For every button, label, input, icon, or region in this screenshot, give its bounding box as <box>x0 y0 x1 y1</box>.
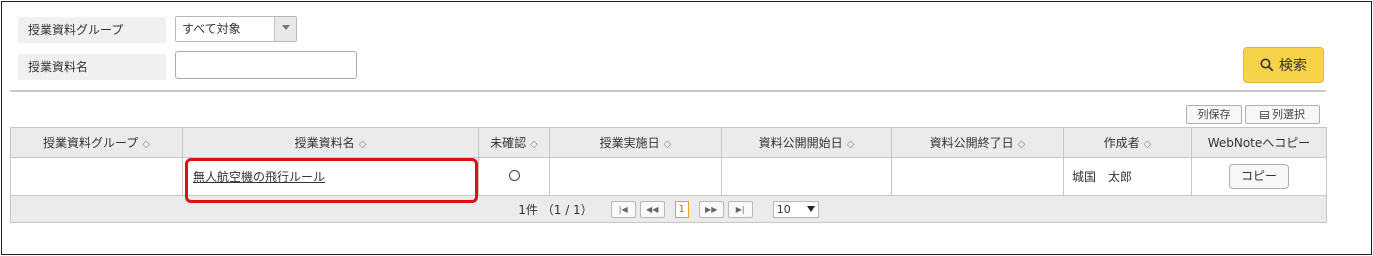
unconfirmed-circle-icon <box>508 169 520 181</box>
page-size-select[interactable]: 10 <box>772 200 819 218</box>
column-header-publish-start[interactable]: 資料公開開始日 ◇ <box>721 127 892 158</box>
group-filter-label: 授業資料グループ <box>18 17 166 43</box>
search-icon <box>1260 58 1274 72</box>
name-input[interactable] <box>175 51 357 79</box>
copy-button[interactable]: コピー <box>1229 164 1289 189</box>
select-columns-button[interactable]: 列選択 <box>1245 105 1320 124</box>
columns-icon <box>1260 110 1269 119</box>
select-columns-label: 列選択 <box>1272 108 1305 121</box>
chevron-down-icon <box>806 206 815 212</box>
cell-copy: コピー <box>1191 157 1327 196</box>
result-summary: 1件 （1 / 1） <box>518 202 593 217</box>
chevron-down-icon <box>282 25 290 30</box>
column-header-class-date[interactable]: 授業実施日 ◇ <box>549 127 722 158</box>
column-header-copy: WebNoteへコピー <box>1191 127 1327 158</box>
sort-icon: ◇ <box>530 139 538 150</box>
save-columns-label: 列保存 <box>1197 108 1231 121</box>
cell-publish-start <box>721 157 892 196</box>
last-page-button[interactable]: ▶| <box>727 200 753 218</box>
column-header-group[interactable]: 授業資料グループ ◇ <box>10 127 183 158</box>
table-row: 無人航空機の飛行ルール 城国 太郎 コピー <box>10 157 1327 196</box>
pager: 1件 （1 / 1） |◀ ◀◀ 1 ▶▶ ▶| 10 <box>518 200 819 218</box>
column-header-unconfirmed[interactable]: 未確認 ◇ <box>478 127 550 158</box>
page-size-value: 10 <box>776 202 791 216</box>
first-page-button[interactable]: |◀ <box>610 200 636 218</box>
cell-class-date <box>549 157 722 196</box>
group-select[interactable]: すべて対象 <box>175 16 297 42</box>
search-button[interactable]: 検索 <box>1243 47 1324 83</box>
search-button-label: 検索 <box>1279 58 1307 74</box>
column-header-name[interactable]: 授業資料名 ◇ <box>182 127 479 158</box>
sort-icon: ◇ <box>1143 139 1152 150</box>
group-select-value: すべて対象 <box>182 22 241 36</box>
sort-icon: ◇ <box>1017 139 1026 150</box>
sort-icon: ◇ <box>358 139 367 150</box>
pager-cell: 1件 （1 / 1） |◀ ◀◀ 1 ▶▶ ▶| 10 <box>10 195 1327 223</box>
divider <box>10 90 1326 92</box>
pager-row: 1件 （1 / 1） |◀ ◀◀ 1 ▶▶ ▶| 10 <box>10 195 1327 223</box>
sort-icon: ◇ <box>846 139 855 150</box>
cell-name: 無人航空機の飛行ルール <box>182 157 479 196</box>
next-page-button[interactable]: ▶▶ <box>698 200 724 218</box>
materials-table: 授業資料グループ ◇ 授業資料名 ◇ 未確認 ◇ 授業実施日 ◇ 資料公開開始日 ◇ 資料… <box>10 127 1327 223</box>
column-header-author[interactable]: 作成者 ◇ <box>1063 127 1192 158</box>
save-columns-button[interactable]: 列保存 <box>1186 105 1242 124</box>
prev-page-button[interactable]: ◀◀ <box>639 200 665 218</box>
table-header-row: 授業資料グループ ◇ 授業資料名 ◇ 未確認 ◇ 授業実施日 ◇ 資料公開開始日 ◇ 資料… <box>10 127 1327 158</box>
sort-icon: ◇ <box>142 139 150 150</box>
name-filter-label: 授業資料名 <box>18 54 166 80</box>
sort-icon: ◇ <box>663 139 672 150</box>
cell-publish-end <box>891 157 1064 196</box>
current-page[interactable]: 1 <box>674 200 689 218</box>
material-name-link[interactable]: 無人航空機の飛行ルール <box>183 170 325 184</box>
cell-author: 城国 太郎 <box>1063 157 1192 196</box>
cell-unconfirmed <box>478 157 550 196</box>
cell-group <box>10 157 183 196</box>
dropdown-button[interactable] <box>274 17 296 41</box>
column-header-publish-end[interactable]: 資料公開終了日 ◇ <box>891 127 1064 158</box>
